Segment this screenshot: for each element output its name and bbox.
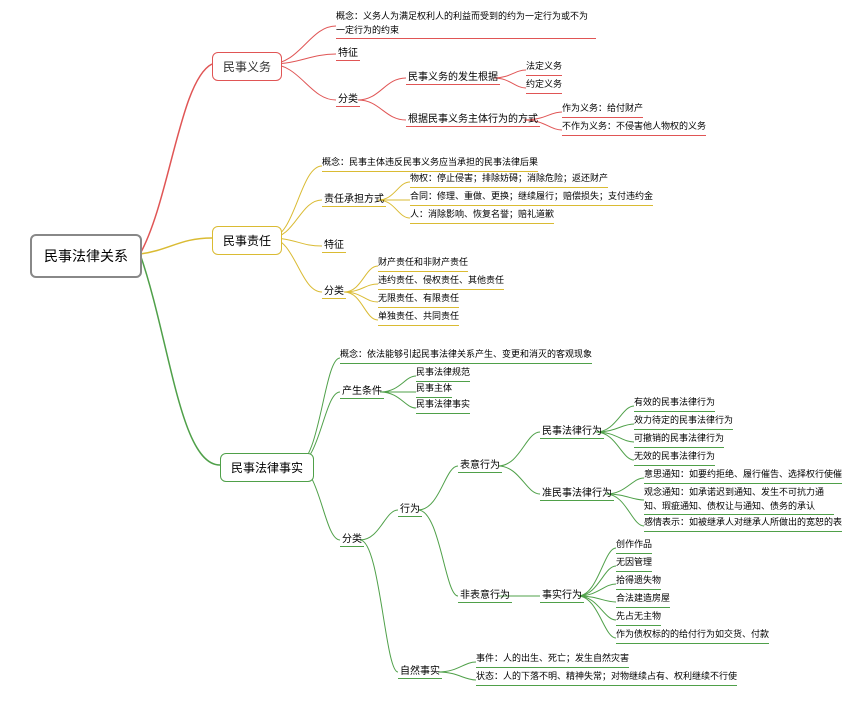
yel-mode-c[interactable]: 人：消除影响、恢复名誉；赔礼道歉	[410, 208, 554, 224]
grn-cond[interactable]: 产生条件	[340, 382, 384, 399]
grn-fact-f[interactable]: 作为债权标的的给付行为如交货、付款	[616, 628, 769, 644]
grn-quasi-b[interactable]: 观念通知：如承诺迟到通知、发生不可抗力通知、瑕疵通知、债权让与通知、债务的承认	[644, 486, 834, 515]
yel-class-c[interactable]: 无限责任、有限责任	[378, 292, 459, 308]
grn-fact-d[interactable]: 合法建造房屋	[616, 592, 670, 608]
grn-civil-a[interactable]: 有效的民事法律行为	[634, 396, 715, 412]
yel-mode-a[interactable]: 物权：停止侵害；排除妨碍；消除危险；返还财产	[410, 172, 608, 188]
red-basis-b[interactable]: 约定义务	[526, 78, 562, 94]
red-classify[interactable]: 分类	[336, 90, 360, 107]
grn-classify[interactable]: 分类	[340, 530, 364, 547]
yel-mode-b[interactable]: 合同：修理、重做、更换；继续履行；赔偿损失；支付违约金	[410, 190, 653, 206]
red-method[interactable]: 根据民事义务主体行为的方式	[406, 110, 540, 127]
grn-will[interactable]: 表意行为	[458, 456, 502, 473]
grn-state[interactable]: 状态：人的下落不明、精神失常；对物继续占有、权利继续不行使	[476, 670, 737, 686]
grn-concept[interactable]: 概念：依法能够引起民事法律关系产生、变更和消灭的客观现象	[340, 348, 592, 364]
yel-classify[interactable]: 分类	[322, 282, 346, 299]
branch-facts[interactable]: 民事法律事实	[220, 453, 314, 482]
red-basis[interactable]: 民事义务的发生根据	[406, 68, 500, 85]
grn-factual[interactable]: 事实行为	[540, 586, 584, 603]
grn-civil[interactable]: 民事法律行为	[540, 422, 604, 439]
grn-cond-c[interactable]: 民事法律事实	[416, 398, 470, 414]
grn-cond-b[interactable]: 民事主体	[416, 382, 452, 398]
grn-event[interactable]: 事件：人的出生、死亡；发生自然灾害	[476, 652, 629, 668]
branch-liability[interactable]: 民事责任	[212, 226, 282, 255]
yel-class-b[interactable]: 违约责任、侵权责任、其他责任	[378, 274, 504, 290]
yel-class-a[interactable]: 财产责任和非财产责任	[378, 256, 468, 272]
grn-quasi-c[interactable]: 感情表示：如被继承人对继承人所做出的宽恕的表示	[644, 516, 842, 532]
grn-natural[interactable]: 自然事实	[398, 662, 442, 679]
grn-fact-a[interactable]: 创作作品	[616, 538, 652, 554]
grn-fact-c[interactable]: 拾得遗失物	[616, 574, 661, 590]
grn-quasi[interactable]: 准民事法律行为	[540, 484, 614, 501]
grn-cond-a[interactable]: 民事法律规范	[416, 366, 470, 382]
branch-obligation[interactable]: 民事义务	[212, 52, 282, 81]
grn-civil-d[interactable]: 无效的民事法律行为	[634, 450, 715, 466]
red-basis-a[interactable]: 法定义务	[526, 60, 562, 76]
red-features[interactable]: 特征	[336, 44, 360, 61]
root-node[interactable]: 民事法律关系	[30, 234, 142, 278]
red-concept[interactable]: 概念：义务人为满足权利人的利益而受到的约为一定行为或不为一定行为的约束	[336, 10, 596, 39]
yel-class-d[interactable]: 单独责任、共同责任	[378, 310, 459, 326]
yel-features[interactable]: 特征	[322, 236, 346, 253]
grn-fact-b[interactable]: 无因管理	[616, 556, 652, 572]
grn-civil-b[interactable]: 效力待定的民事法律行为	[634, 414, 733, 430]
grn-quasi-a[interactable]: 意思通知：如要约拒绝、履行催告、选择权行使催告	[644, 468, 842, 484]
grn-fact-e[interactable]: 先占无主物	[616, 610, 661, 626]
grn-act[interactable]: 行为	[398, 500, 422, 517]
grn-nonwill[interactable]: 非表意行为	[458, 586, 512, 603]
yel-concept[interactable]: 概念：民事主体违反民事义务应当承担的民事法律后果	[322, 156, 538, 172]
red-method-b[interactable]: 不作为义务：不侵害他人物权的义务	[562, 120, 706, 136]
grn-civil-c[interactable]: 可撤销的民事法律行为	[634, 432, 724, 448]
red-method-a[interactable]: 作为义务：给付财产	[562, 102, 643, 118]
yel-mode[interactable]: 责任承担方式	[322, 190, 386, 207]
